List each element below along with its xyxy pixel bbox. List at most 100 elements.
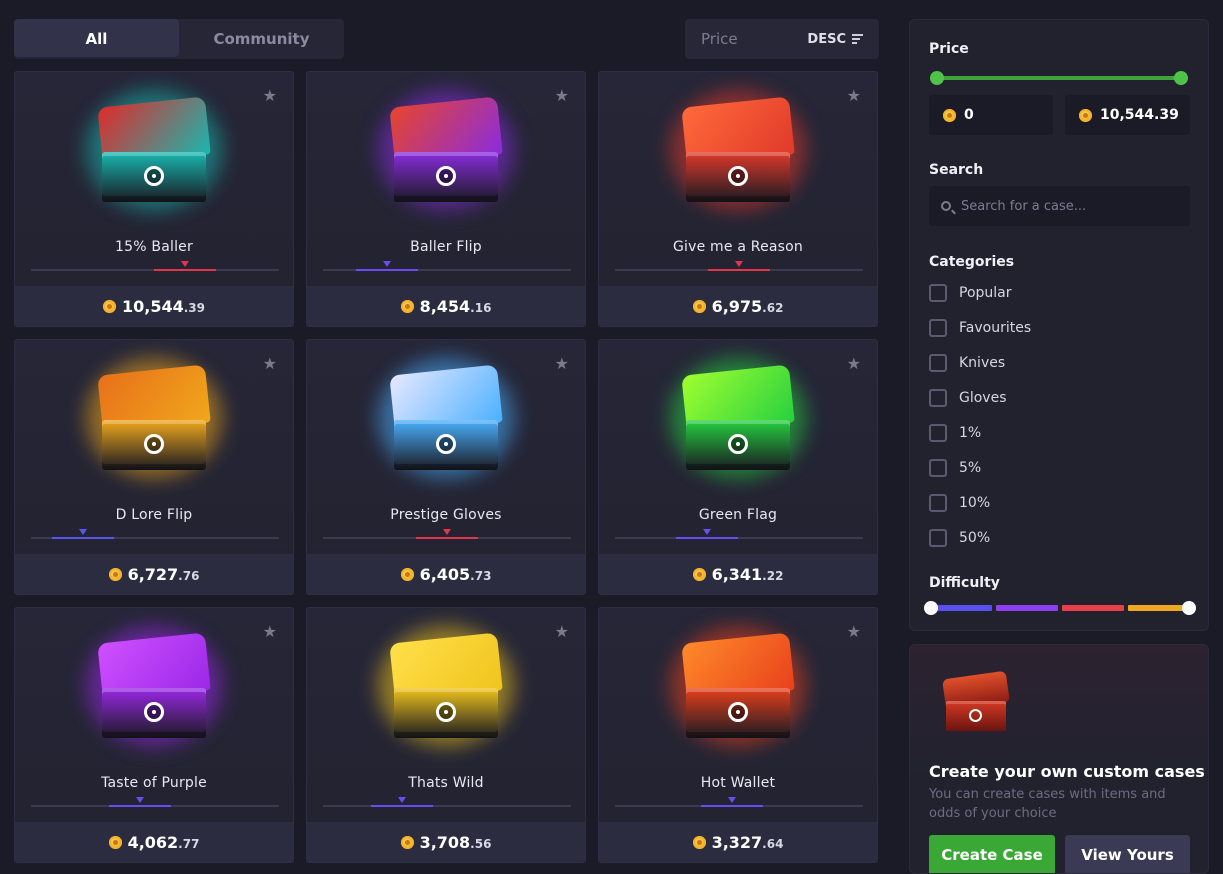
- case-name: Green Flag: [698, 507, 778, 523]
- checkbox[interactable]: [929, 284, 947, 302]
- case-card[interactable]: ★ Baller Flip 8,454.16: [306, 71, 586, 327]
- case-image: [86, 358, 222, 478]
- coin-icon: [692, 567, 706, 581]
- search-input[interactable]: [959, 197, 1183, 215]
- category-option[interactable]: Favourites: [929, 319, 1031, 337]
- category-option[interactable]: 5%: [929, 459, 981, 477]
- sort-dropdown[interactable]: Price DESC: [685, 19, 879, 59]
- case-price-cents: .56: [470, 836, 492, 851]
- favourite-star-icon[interactable]: ★: [847, 86, 861, 105]
- tab-all[interactable]: All: [14, 19, 179, 59]
- case-card[interactable]: ★ Green Flag 6,341.22: [598, 339, 878, 595]
- sort-field-label: Price: [701, 30, 738, 48]
- case-type-tabs: All Community: [14, 19, 344, 59]
- price-min-box[interactable]: 0: [929, 95, 1053, 135]
- favourite-star-icon[interactable]: ★: [847, 622, 861, 641]
- promo-title: Create your own custom cases: [929, 762, 1205, 781]
- favourite-star-icon[interactable]: ★: [263, 622, 277, 641]
- categories-title: Categories: [929, 254, 1015, 270]
- case-price-cents: .64: [762, 836, 784, 851]
- category-option[interactable]: 50%: [929, 529, 990, 547]
- case-image: [378, 90, 514, 210]
- case-card[interactable]: ★ Prestige Gloves 6,405.73: [306, 339, 586, 595]
- tab-community[interactable]: Community: [179, 19, 344, 59]
- price-min-value: 0: [964, 107, 974, 123]
- case-card[interactable]: ★ Give me a Reason 6,975.62: [598, 71, 878, 327]
- search-title: Search: [929, 162, 984, 178]
- favourite-star-icon[interactable]: ★: [555, 622, 569, 641]
- case-price-main: 6,727: [127, 564, 179, 584]
- case-price-main: 6,975: [711, 296, 763, 316]
- case-price-main: 3,708: [419, 832, 471, 852]
- checkbox[interactable]: [929, 354, 947, 372]
- favourite-star-icon[interactable]: ★: [847, 354, 861, 373]
- sort-direction[interactable]: DESC: [807, 32, 863, 47]
- case-card[interactable]: ★ Taste of Purple 4,062.77: [14, 607, 294, 863]
- case-odds-bar: [615, 529, 863, 539]
- sort-lines-icon: [852, 32, 863, 46]
- case-card[interactable]: ★ Thats Wild 3,708.56: [306, 607, 586, 863]
- price-max-value: 10,544.39: [1100, 107, 1179, 123]
- favourite-star-icon[interactable]: ★: [263, 86, 277, 105]
- case-price-cents: .62: [762, 300, 784, 315]
- coin-icon: [943, 108, 956, 122]
- difficulty-title: Difficulty: [929, 575, 1000, 591]
- case-price-cents: .73: [470, 568, 492, 583]
- case-card[interactable]: ★ Hot Wallet 3,327.64: [598, 607, 878, 863]
- case-image: [670, 90, 806, 210]
- case-name: D Lore Flip: [115, 507, 193, 523]
- custom-case-image: [940, 665, 1012, 735]
- checkbox[interactable]: [929, 494, 947, 512]
- case-odds-bar: [31, 261, 279, 271]
- slider-handle[interactable]: [1182, 601, 1196, 615]
- category-label: 50%: [959, 530, 991, 546]
- category-option[interactable]: Popular: [929, 284, 1012, 302]
- case-price: 6,975.62: [599, 286, 877, 326]
- favourite-star-icon[interactable]: ★: [555, 86, 569, 105]
- category-option[interactable]: Knives: [929, 354, 1005, 372]
- price-range-slider[interactable]: [930, 71, 1188, 85]
- case-name: Thats Wild: [408, 775, 484, 791]
- case-price-cents: .22: [762, 568, 784, 583]
- case-price: 6,341.22: [599, 554, 877, 594]
- coin-icon: [102, 299, 116, 313]
- category-label: 1%: [959, 425, 982, 441]
- case-price: 3,708.56: [307, 822, 585, 862]
- checkbox[interactable]: [929, 389, 947, 407]
- price-max-box[interactable]: 10,544.39: [1065, 95, 1190, 135]
- case-price-main: 6,405: [419, 564, 471, 584]
- search-icon: [941, 201, 951, 211]
- favourite-star-icon[interactable]: ★: [263, 354, 277, 373]
- checkbox[interactable]: [929, 319, 947, 337]
- sort-direction-label: DESC: [807, 31, 846, 47]
- view-yours-button[interactable]: View Yours: [1065, 835, 1190, 873]
- checkbox[interactable]: [929, 459, 947, 477]
- category-option[interactable]: 10%: [929, 494, 990, 512]
- case-price-cents: .39: [183, 300, 205, 315]
- create-case-button[interactable]: Create Case: [929, 835, 1055, 873]
- case-price-main: 8,454: [419, 296, 471, 316]
- coin-icon: [1079, 108, 1092, 122]
- favourite-star-icon[interactable]: ★: [555, 354, 569, 373]
- checkbox[interactable]: [929, 529, 947, 547]
- case-image: [86, 626, 222, 746]
- case-grid: ★ 15% Baller 10,544.39 ★ Baller Flip 8,454.16…: [14, 71, 878, 863]
- case-price-cents: .16: [470, 300, 492, 315]
- category-option[interactable]: 1%: [929, 424, 981, 442]
- slider-handle[interactable]: [924, 601, 938, 615]
- case-price: 10,544.39: [15, 286, 293, 326]
- category-label: Popular: [959, 285, 1012, 301]
- case-price-main: 3,327: [711, 832, 763, 852]
- case-name: 15% Baller: [115, 239, 193, 255]
- case-card[interactable]: ★ 15% Baller 10,544.39: [14, 71, 294, 327]
- case-price-cents: .77: [178, 836, 200, 851]
- checkbox[interactable]: [929, 424, 947, 442]
- category-option[interactable]: Gloves: [929, 389, 1007, 407]
- difficulty-range-slider[interactable]: [924, 601, 1196, 615]
- promo-description: You can create cases with items and odds…: [929, 787, 1166, 821]
- category-label: Gloves: [959, 390, 1007, 406]
- case-price: 6,727.76: [15, 554, 293, 594]
- case-odds-bar: [615, 797, 863, 807]
- case-card[interactable]: ★ D Lore Flip 6,727.76: [14, 339, 294, 595]
- case-image: [670, 358, 806, 478]
